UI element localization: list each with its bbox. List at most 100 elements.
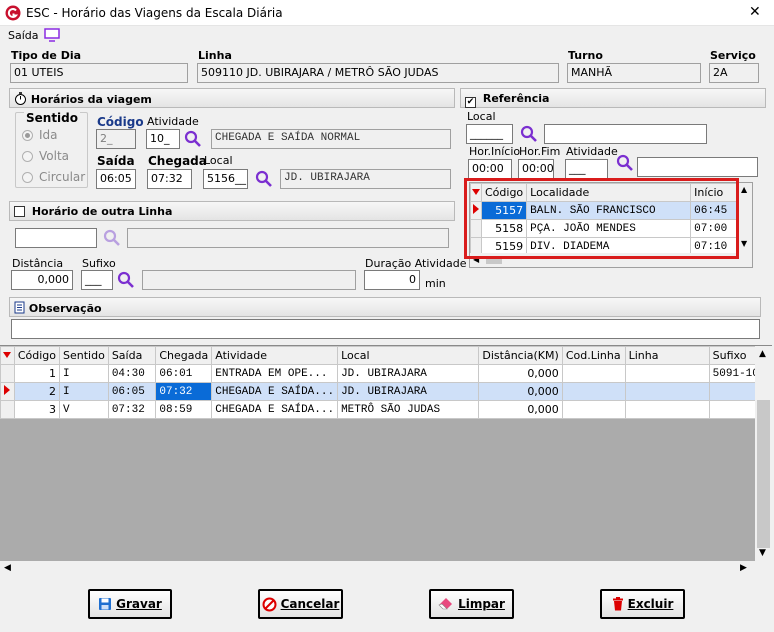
saida-field[interactable]: 06:05 — [96, 169, 136, 189]
ref-grid-header: Código Localidade Início — [470, 183, 738, 202]
limpar-button[interactable]: Limpar — [429, 589, 514, 619]
col-sentido[interactable]: Sentido — [59, 346, 109, 365]
duracao-unit: min — [425, 277, 446, 290]
ref-local-field[interactable]: ______ — [466, 124, 513, 144]
excluir-label: Excluir — [627, 597, 674, 611]
sufixo-search-icon[interactable] — [117, 271, 135, 289]
radio-ida-mark — [25, 132, 30, 138]
ref-grid[interactable]: Código Localidade Início 5157 BALN. SÃO … — [469, 182, 753, 268]
linha-label: Linha — [198, 49, 232, 62]
ref-hor-fim-field[interactable]: 00:00 — [518, 159, 554, 179]
atividade-field[interactable]: 10_ — [146, 129, 180, 149]
row-pointer-icon — [470, 201, 482, 220]
table-row[interactable]: 2 I 06:05 07:32 CHEGADA E SAÍDA... JD. U… — [0, 382, 773, 401]
sort-down-icon — [3, 352, 11, 358]
ref-col-codigo[interactable]: Código — [480, 183, 528, 202]
row-pointer-icon — [0, 382, 15, 401]
horarios-panel-header: Horários da viagem — [9, 88, 455, 108]
ref-local-label: Local — [467, 110, 496, 123]
radio-ida[interactable]: Ida — [22, 128, 58, 142]
cell: 06:05 — [107, 382, 157, 401]
col-linha[interactable]: Linha — [624, 346, 710, 365]
distancia-field[interactable]: 0,000 — [11, 270, 73, 290]
title-bar: ESC - Horário das Viagens da Escala Diár… — [0, 0, 774, 26]
gravar-button[interactable]: Gravar — [88, 589, 172, 619]
window-title: ESC - Horário das Viagens da Escala Diár… — [26, 6, 283, 20]
main-grid-sort-icon[interactable] — [0, 346, 15, 365]
sufixo-label: Sufixo — [82, 257, 116, 270]
radio-volta[interactable]: Volta — [22, 149, 69, 163]
scroll-left-icon[interactable]: ◀ — [4, 563, 11, 573]
ref-cell: 5157 — [480, 201, 528, 220]
col-codigo[interactable]: Código — [13, 346, 61, 365]
outra-linha-checkbox[interactable] — [14, 206, 25, 217]
outra-linha-code-field[interactable] — [15, 228, 97, 248]
ref-grid-sort-icon[interactable] — [470, 183, 482, 202]
ref-local-search-icon[interactable] — [520, 125, 538, 143]
cell: METRÔ SÃO JUDAS — [337, 400, 480, 419]
col-atividade[interactable]: Atividade — [211, 346, 339, 365]
duracao-field[interactable]: 0 — [364, 270, 420, 290]
ref-atividade-field[interactable]: ___ — [565, 159, 608, 179]
scroll-up-icon[interactable]: ▲ — [741, 185, 747, 194]
cell: JD. UBIRAJARA — [337, 382, 480, 401]
main-grid-hscrollbar[interactable]: ◀ ▶ — [0, 561, 772, 575]
document-icon — [14, 301, 25, 314]
cell — [561, 400, 626, 419]
ref-col-localidade[interactable]: Localidade — [526, 183, 692, 202]
scroll-up-icon[interactable]: ▲ — [759, 349, 766, 359]
ref-cell: 06:45 — [690, 201, 738, 220]
chegada-field[interactable]: 07:32 — [147, 169, 192, 189]
col-cod-linha[interactable]: Cod.Linha — [561, 346, 626, 365]
scroll-right-icon[interactable]: ▶ — [740, 563, 747, 573]
monitor-icon[interactable] — [44, 28, 60, 42]
ref-atividade-search-icon[interactable] — [616, 154, 634, 172]
ref-grid-row[interactable]: 5157 BALN. SÃO FRANCISCO 06:45 — [470, 201, 738, 220]
col-chegada[interactable]: Chegada — [155, 346, 213, 365]
atividade-desc-field: CHEGADA E SAÍDA NORMAL — [211, 129, 451, 149]
main-grid-vscrollbar[interactable]: ▲ ▼ — [755, 346, 772, 561]
ref-hor-inicio-label: Hor.Início — [469, 145, 521, 158]
ref-grid-vscrollbar[interactable]: ▲ ▼ — [738, 183, 752, 267]
ref-col-inicio[interactable]: Início — [690, 183, 738, 202]
cancel-icon — [262, 597, 277, 611]
radio-circular[interactable]: Circular — [22, 170, 85, 184]
hscroll-thumb[interactable] — [486, 256, 502, 264]
col-local[interactable]: Local — [337, 346, 480, 365]
main-grid[interactable]: Código Sentido Saída Chegada Atividade L… — [0, 345, 773, 575]
observacao-title: Observação — [28, 302, 102, 315]
col-distancia[interactable]: Distância(KM) — [478, 346, 563, 365]
cell: 07:32 — [155, 382, 213, 401]
excluir-button[interactable]: Excluir — [600, 589, 685, 619]
sufixo-field[interactable]: ___ — [81, 270, 113, 290]
observacao-field[interactable] — [11, 319, 760, 339]
cell — [561, 364, 626, 383]
vscroll-thumb[interactable] — [757, 400, 770, 548]
codigo-label: Código — [97, 115, 144, 129]
cancelar-button[interactable]: Cancelar — [258, 589, 343, 619]
scroll-down-icon[interactable]: ▼ — [741, 239, 747, 248]
menu-saida[interactable]: Saída — [8, 29, 39, 42]
codigo-field[interactable]: 2_ — [96, 129, 136, 149]
ref-grid-hscrollbar[interactable]: ◀ — [470, 253, 738, 267]
app-logo-icon — [5, 5, 21, 21]
cell: CHEGADA E SAÍDA... — [211, 400, 339, 419]
close-icon[interactable]: ✕ — [749, 4, 761, 20]
col-saida[interactable]: Saída — [107, 346, 157, 365]
local-search-icon[interactable] — [255, 170, 273, 188]
atividade-search-icon[interactable] — [184, 130, 202, 148]
outra-linha-search-icon[interactable] — [103, 229, 121, 247]
cell — [624, 400, 710, 419]
ref-hor-inicio-field[interactable]: 00:00 — [468, 159, 512, 179]
radio-circular-dot — [22, 171, 33, 183]
local-label: Local — [204, 154, 233, 167]
referencia-checkbox[interactable]: ✔ — [465, 97, 476, 108]
cell: V — [59, 400, 109, 419]
cell — [624, 364, 710, 383]
scroll-left-icon[interactable]: ◀ — [473, 255, 479, 264]
table-row[interactable]: 3 V 07:32 08:59 CHEGADA E SAÍDA... METRÔ… — [0, 400, 773, 419]
ref-grid-row[interactable]: 5158 PÇA. JOÃO MENDES 07:00 — [470, 219, 738, 238]
table-row[interactable]: 1 I 04:30 06:01 ENTRADA EM OPE... JD. UB… — [0, 364, 773, 383]
scroll-down-icon[interactable]: ▼ — [759, 548, 766, 558]
local-field[interactable]: 5156__ — [203, 169, 248, 189]
